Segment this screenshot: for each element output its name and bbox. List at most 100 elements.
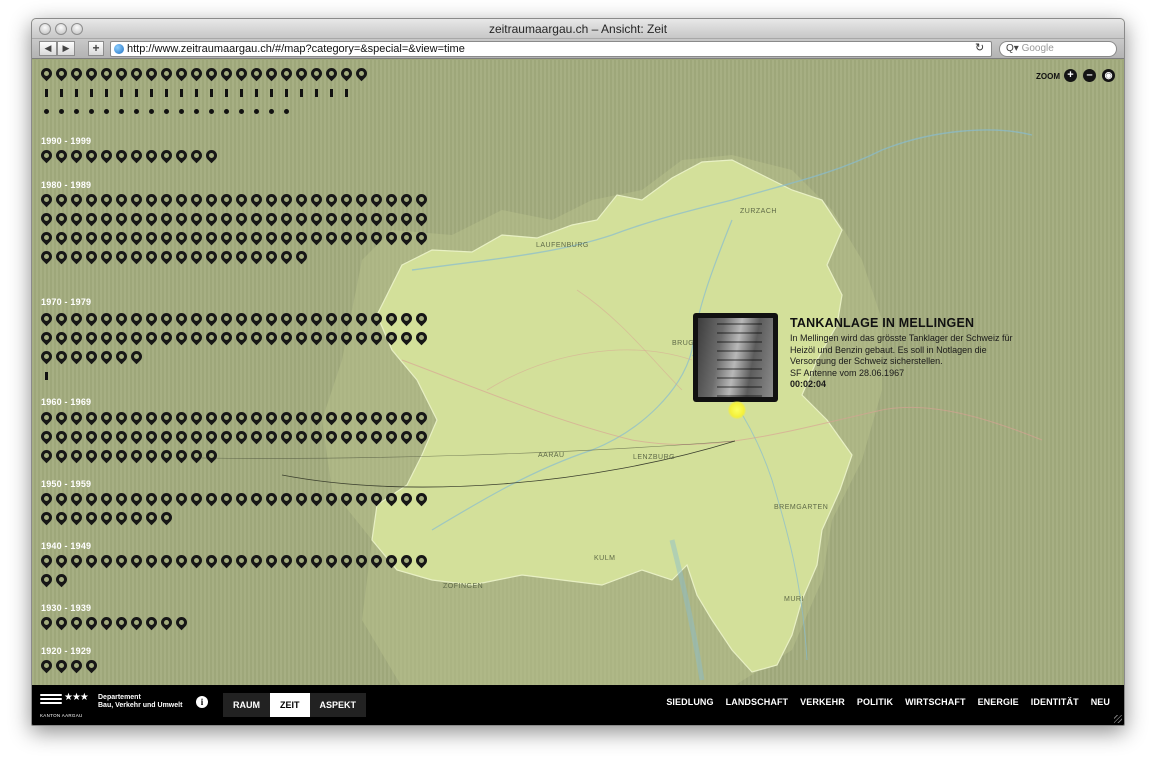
category-nav: SIEDLUNG LANDSCHAFT VERKEHR POLITIK WIRT…: [666, 697, 1110, 707]
department-line1: Departement: [98, 694, 141, 701]
decade-label: 1980 - 1989: [41, 180, 92, 190]
location-hotspot[interactable]: [728, 401, 746, 419]
timeline-tick: [255, 89, 258, 97]
timeline-dot: [209, 109, 214, 114]
back-button[interactable]: ◀: [39, 41, 57, 56]
timeline-tick: [300, 89, 303, 97]
timeline-dot: [74, 109, 79, 114]
timeline-tick: [210, 89, 213, 97]
timeline-tick: [150, 89, 153, 97]
popup-panel: TANKANLAGE IN MELLINGEN In Mellingen wir…: [790, 316, 1025, 391]
reload-icon[interactable]: ↻: [975, 41, 984, 54]
timeline-tick: [285, 89, 288, 97]
timeline-tick: [225, 89, 228, 97]
timeline-dot: [239, 109, 244, 114]
browser-window: zeitraumaargau.ch – Ansicht: Zeit ◀ ▶ + …: [31, 18, 1125, 726]
timeline-tick: [45, 372, 48, 380]
decade-label: 1940 - 1949: [41, 541, 92, 551]
timeline-tick: [75, 89, 78, 97]
forward-button[interactable]: ▶: [57, 41, 75, 56]
category-siedlung[interactable]: SIEDLUNG: [666, 697, 713, 707]
globe-icon: [114, 44, 124, 54]
map-view[interactable]: ZURZACH LAUFENBURG BRUGG AARAU LENZBURG …: [32, 60, 1124, 685]
timeline-tick: [315, 89, 318, 97]
decade-label: 1960 - 1969: [41, 397, 92, 407]
timeline-dot: [179, 109, 184, 114]
timeline-dot: [89, 109, 94, 114]
category-politik[interactable]: POLITIK: [857, 697, 893, 707]
popup-description: In Mellingen wird das grösste Tanklager …: [790, 333, 1013, 366]
timeline-dot: [224, 109, 229, 114]
view-toggle-button[interactable]: ◉: [1102, 69, 1115, 82]
timeline-dot: [254, 109, 259, 114]
timeline-tick: [135, 89, 138, 97]
timeline-dot: [134, 109, 139, 114]
department-line2: Bau, Verkehr und Umwelt: [98, 702, 183, 709]
add-bookmark-button[interactable]: +: [88, 41, 104, 56]
timeline-dot: [194, 109, 199, 114]
search-placeholder: Google: [1021, 43, 1054, 54]
mode-aspekt[interactable]: ASPEKT: [310, 693, 367, 717]
decade-label: 1990 - 1999: [41, 136, 92, 146]
town-label: BREMGARTEN: [774, 504, 828, 511]
category-identitaet[interactable]: IDENTITÄT: [1031, 697, 1079, 707]
category-energie[interactable]: ENERGIE: [978, 697, 1019, 707]
window-title: zeitraumaargau.ch – Ansicht: Zeit: [488, 22, 668, 36]
town-label: ZURZACH: [740, 208, 777, 215]
timeline-dot: [59, 109, 64, 114]
timeline-tick: [60, 89, 63, 97]
timeline-tick: [270, 89, 273, 97]
town-label: KULM: [594, 555, 615, 562]
info-icon[interactable]: i: [196, 696, 208, 708]
decade-label: 1950 - 1959: [41, 479, 92, 489]
category-neu[interactable]: NEU: [1091, 697, 1110, 707]
zoom-in-icon: +: [1067, 69, 1074, 81]
forward-arrow-icon: ▶: [62, 43, 70, 53]
search-icon: Q▾: [1006, 43, 1019, 54]
category-wirtschaft[interactable]: WIRTSCHAFT: [905, 697, 966, 707]
timeline-dot: [269, 109, 274, 114]
search-field[interactable]: Q▾ Google: [999, 41, 1117, 57]
department-name: Departement Bau, Verkehr und Umwelt: [98, 694, 182, 710]
zoom-label: ZOOM: [1036, 72, 1060, 81]
popup-title[interactable]: TANKANLAGE IN MELLINGEN: [790, 316, 1025, 330]
category-verkehr[interactable]: VERKEHR: [800, 697, 845, 707]
address-bar[interactable]: http://www.zeitraumaargau.ch/#/map?categ…: [110, 41, 992, 57]
video-still: [698, 318, 773, 397]
mode-zeit[interactable]: ZEIT: [270, 693, 310, 717]
category-landschaft[interactable]: LANDSCHAFT: [726, 697, 789, 707]
timeline-tick: [105, 89, 108, 97]
mode-raum[interactable]: RAUM: [223, 693, 270, 717]
zoom-out-icon: –: [1086, 69, 1093, 81]
timeline-dot: [119, 109, 124, 114]
timeline-dot: [44, 109, 49, 114]
town-label: MURI: [784, 596, 804, 603]
plus-icon: +: [92, 41, 100, 55]
town-label: LAUFENBURG: [536, 242, 589, 249]
decade-label: 1930 - 1939: [41, 603, 92, 613]
logo-caption: KANTON AARGAU: [40, 713, 83, 718]
timeline-tick: [345, 89, 348, 97]
zoom-out-button[interactable]: –: [1083, 69, 1096, 82]
eye-icon: ◉: [1104, 70, 1113, 80]
decade-label: 1920 - 1929: [41, 646, 92, 656]
footer-bar: ★★★ KANTON AARGAU Departement Bau, Verke…: [32, 685, 1124, 725]
timeline-tick: [120, 89, 123, 97]
town-label: ZOFINGEN: [443, 583, 483, 590]
zoom-in-button[interactable]: +: [1064, 69, 1077, 82]
popup-source: SF Antenne vom 28.06.1967: [790, 367, 905, 378]
popup-duration: 00:02:04: [790, 379, 827, 389]
timeline-dot: [164, 109, 169, 114]
decade-label: 1970 - 1979: [41, 297, 92, 307]
timeline-dot: [149, 109, 154, 114]
popup-thumbnail[interactable]: [693, 313, 778, 402]
address-url: http://www.zeitraumaargau.ch/#/map?categ…: [127, 43, 465, 55]
timeline-tick: [45, 89, 48, 97]
canton-logo-stars-icon: ★★★: [64, 692, 89, 703]
timeline-tick: [195, 89, 198, 97]
resize-grip-icon[interactable]: [1114, 715, 1122, 723]
back-arrow-icon: ◀: [44, 43, 52, 53]
timeline-tick: [330, 89, 333, 97]
town-label: LENZBURG: [633, 454, 675, 461]
timeline-dot: [104, 109, 109, 114]
